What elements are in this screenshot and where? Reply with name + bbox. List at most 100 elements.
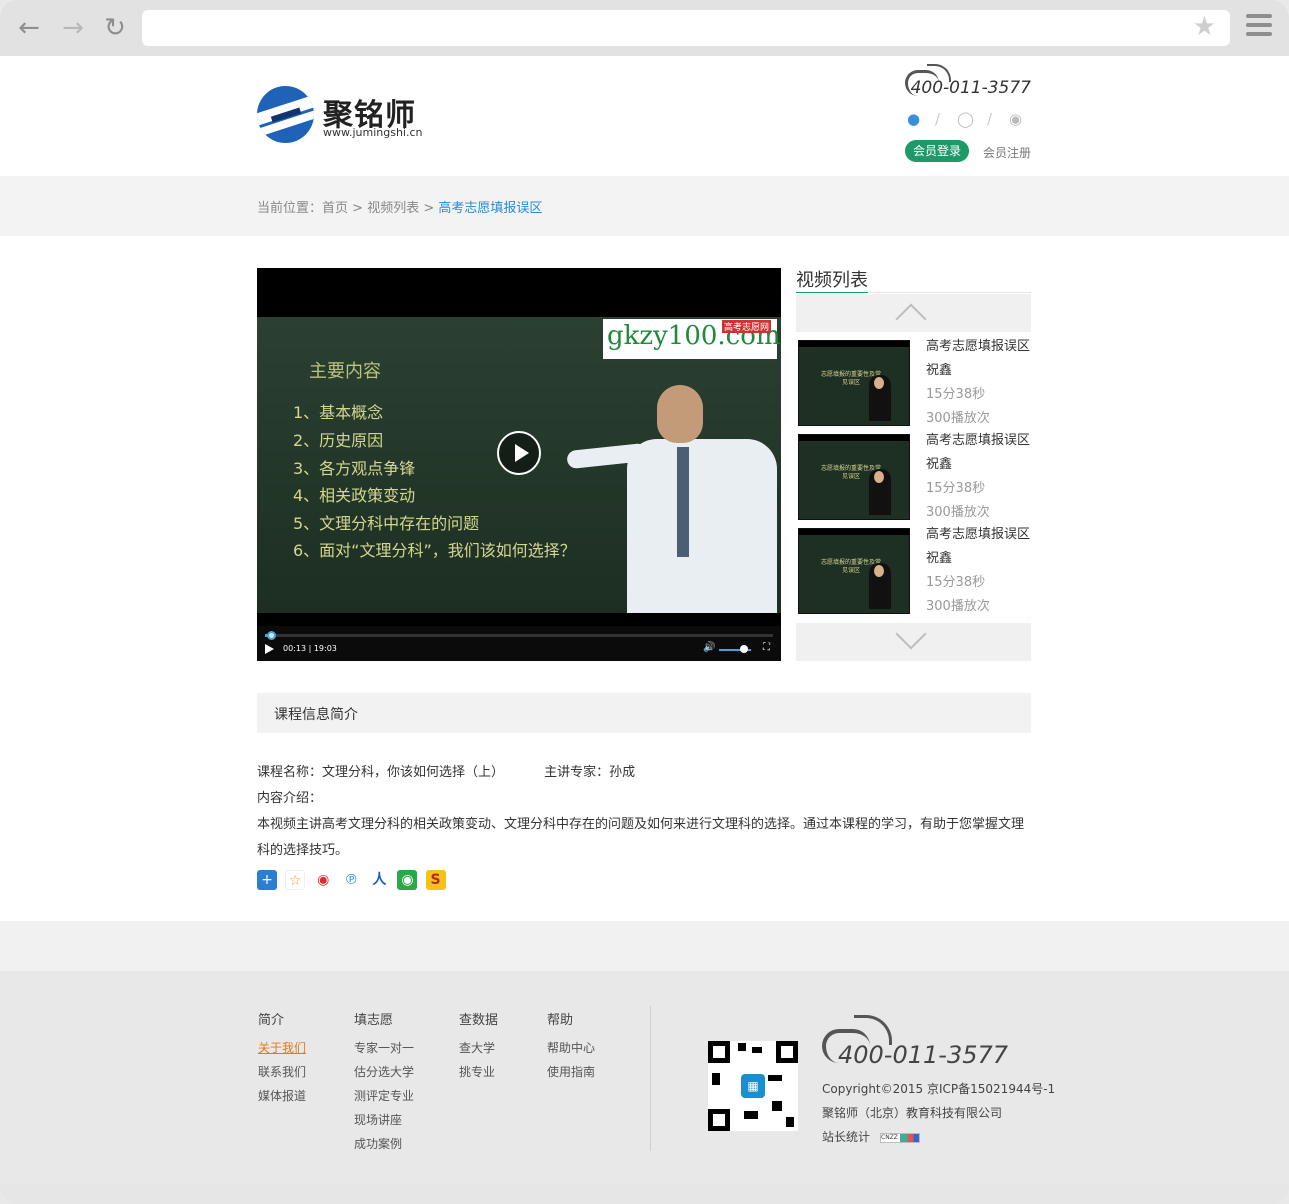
board-line: 1、基本概念	[293, 403, 384, 422]
sohu-icon[interactable]: S	[425, 870, 446, 890]
course-info-title: 课程信息简介	[274, 707, 358, 723]
divider: /	[935, 110, 941, 128]
video-list-item[interactable]: 志愿填报的重要性及常见误区 高考志愿填报误区 祝鑫 15分38秒 300播放次	[796, 338, 1031, 428]
chevron-down-icon	[895, 618, 927, 650]
scroll-up-button[interactable]	[796, 294, 1031, 335]
fullscreen-icon[interactable]: ⛶	[763, 642, 770, 653]
footer-link[interactable]: 联系我们	[258, 1063, 306, 1087]
progress-bar[interactable]	[265, 631, 773, 640]
weibo-icon[interactable]: ◉	[313, 870, 334, 890]
footer-link[interactable]: 专家一对一	[354, 1039, 414, 1063]
share-plus-icon[interactable]: +	[257, 870, 277, 890]
video-duration: 15分38秒	[926, 575, 986, 590]
wechat-icon[interactable]: ◉	[397, 870, 418, 890]
breadcrumb-separator: >	[348, 201, 368, 216]
video-title[interactable]: 高考志愿填报误区	[926, 432, 1036, 456]
cnzz-badge[interactable]: CNZZ	[880, 1132, 921, 1143]
copyright: Copyright©2015 京ICP备15021944号-1	[822, 1082, 1056, 1096]
footer-link[interactable]: 使用指南	[547, 1063, 595, 1087]
play-icon[interactable]	[265, 644, 274, 654]
footer-link[interactable]: 现场讲座	[354, 1111, 414, 1135]
breadcrumb: 当前位置：首页 > 视频列表 > 高考志愿填报误区	[257, 197, 542, 216]
site-header: 聚铭师 www.jumingshi.cn 400-011-3577 ● / ◯ …	[0, 56, 1289, 176]
video-thumbnail[interactable]: 志愿填报的重要性及常见误区	[798, 434, 910, 520]
watermark-badge: 高考志愿网	[721, 320, 771, 333]
video-plays: 300播放次	[926, 599, 990, 614]
stats-label[interactable]: 站长统计	[822, 1130, 870, 1144]
footer-heading: 查数据	[459, 1013, 499, 1028]
presenter-figure	[566, 377, 777, 613]
hamburger-icon[interactable]	[1246, 14, 1272, 40]
share-bar: + ☆ ◉ ℗ 人 ◉ S	[257, 870, 449, 892]
arrow-right-icon[interactable]: →	[58, 13, 88, 43]
watermark-logo: gkzy100.com 高考志愿网	[603, 319, 781, 359]
footer-heading: 帮助	[547, 1013, 574, 1028]
site-logo[interactable]: 聚铭师 www.jumingshi.cn	[257, 86, 427, 146]
video-frame[interactable]: 主要内容 1、基本概念 2、历史原因 3、各方观点争锋 4、相关政策变动 5、文…	[257, 317, 781, 613]
footer-column: 简介 关于我们 联系我们 媒体报道	[258, 1009, 306, 1111]
renren-icon[interactable]: 人	[369, 870, 390, 890]
play-overlay-icon[interactable]	[497, 431, 541, 475]
qq-icon[interactable]: ●	[907, 110, 920, 128]
footer-divider	[650, 1006, 651, 1151]
footer-link[interactable]: 媒体报道	[258, 1087, 306, 1111]
tencent-icon[interactable]: ℗	[341, 870, 362, 890]
stats-row: 站长统计 CNZZ	[822, 1125, 1055, 1149]
footer-column: 帮助 帮助中心 使用指南	[547, 1009, 595, 1087]
window-bottom	[0, 1184, 1289, 1204]
video-list-item[interactable]: 志愿填报的重要性及常见误区 高考志愿填报误区 祝鑫 15分38秒 300播放次	[796, 526, 1031, 616]
footer-link[interactable]: 成功案例	[354, 1135, 414, 1159]
video-meta: 高考志愿填报误区 祝鑫 15分38秒 300播放次	[926, 338, 1036, 434]
breadcrumb-list[interactable]: 视频列表	[367, 201, 419, 216]
section-divider	[0, 921, 1289, 971]
video-thumbnail[interactable]: 志愿填报的重要性及常见误区	[798, 340, 910, 426]
browser-window: ← → ↻ ★ 聚铭师 www.jumingshi.cn 400-011-357…	[0, 0, 1289, 1204]
footer-hotline-number: 400-011-3577	[838, 1041, 1009, 1069]
progress-knob[interactable]	[267, 631, 276, 640]
course-info: 课程名称：文理分科，你该如何选择（上） 主讲专家：孙成 内容介绍： 本视频主讲高…	[257, 760, 1031, 864]
footer-link[interactable]: 测评定专业	[354, 1087, 414, 1111]
favorite-icon[interactable]: ☆	[285, 870, 306, 890]
footer-hotline: 400-011-3577	[822, 1013, 1022, 1073]
course-name: 课程名称：文理分科，你该如何选择（上）	[257, 765, 505, 780]
volume-icon[interactable]: 🔊	[703, 642, 715, 653]
board-line: 2、历史原因	[293, 431, 384, 450]
footer-link[interactable]: 查大学	[459, 1039, 498, 1063]
reload-icon[interactable]: ↻	[100, 13, 130, 43]
breadcrumb-current[interactable]: 高考志愿填报误区	[438, 201, 542, 216]
company-name: 聚铭师（北京）教育科技有限公司	[822, 1106, 1003, 1120]
arrow-left-icon[interactable]: ←	[14, 13, 44, 43]
register-link[interactable]: 会员注册	[983, 144, 1031, 161]
address-bar[interactable]: ★	[142, 10, 1230, 46]
board-title: 主要内容	[309, 361, 381, 382]
scroll-down-button[interactable]	[796, 618, 1031, 661]
video-title[interactable]: 高考志愿填报误区	[926, 526, 1036, 550]
board-line: 4、相关政策变动	[293, 486, 416, 505]
video-list-item[interactable]: 志愿填报的重要性及常见误区 高考志愿填报误区 祝鑫 15分38秒 300播放次	[796, 432, 1031, 522]
divider: /	[987, 110, 993, 128]
video-title[interactable]: 高考志愿填报误区	[926, 338, 1036, 362]
star-icon[interactable]: ★	[1193, 12, 1216, 42]
footer-link[interactable]: 关于我们	[258, 1039, 306, 1063]
logo-mark-icon	[257, 86, 314, 143]
player-controls: 00:13 | 19:03 🔊 ⛶	[257, 626, 781, 661]
video-thumbnail[interactable]: 志愿填报的重要性及常见误区	[798, 528, 910, 614]
footer-link[interactable]: 挑专业	[459, 1063, 498, 1087]
video-duration: 15分38秒	[926, 387, 986, 402]
breadcrumb-home[interactable]: 首页	[322, 201, 348, 216]
footer-column: 填志愿 专家一对一 估分选大学 测评定专业 现场讲座 成功案例	[354, 1009, 414, 1159]
weibo-icon[interactable]: ◯	[957, 110, 974, 128]
breadcrumb-bar: 当前位置：首页 > 视频列表 > 高考志愿填报误区	[0, 176, 1289, 236]
breadcrumb-separator: >	[419, 201, 439, 216]
video-player[interactable]: 主要内容 1、基本概念 2、历史原因 3、各方观点争锋 4、相关政策变动 5、文…	[257, 268, 781, 661]
site-footer: 简介 关于我们 联系我们 媒体报道 填志愿 专家一对一 估分选大学 测评定专业 …	[0, 971, 1289, 1184]
hotline-number: 400-011-3577	[910, 78, 1031, 98]
wechat-icon[interactable]: ◉	[1009, 110, 1022, 128]
footer-link[interactable]: 估分选大学	[354, 1063, 414, 1087]
volume-knob[interactable]	[740, 645, 748, 653]
video-plays: 300播放次	[926, 505, 990, 520]
footer-link[interactable]: 帮助中心	[547, 1039, 595, 1063]
login-button[interactable]: 会员登录	[905, 140, 969, 162]
course-meta-row: 课程名称：文理分科，你该如何选择（上） 主讲专家：孙成	[257, 760, 1031, 786]
footer-info: Copyright©2015 京ICP备15021944号-1 聚铭师（北京）教…	[822, 1077, 1055, 1149]
